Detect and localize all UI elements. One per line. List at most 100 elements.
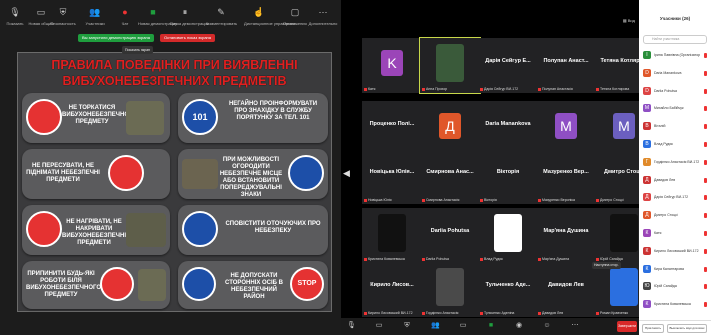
participant-video-tile[interactable]: Новіцька Юлія... Новіцька Юлія [362,149,422,204]
participant-video-tile[interactable]: Мазуренко Вер... Мазуренко Вероніка [536,149,596,204]
participant-name: Мазуренко Вер... [543,169,589,175]
participant-list-item[interactable]: Ю Юрій Сагайда [641,279,709,294]
muted-mic-icon [704,177,707,183]
muted-mic-icon [538,87,541,91]
muted-mic-icon [704,142,707,147]
avatar: D [643,68,651,77]
participant-list-item[interactable]: D Daria Manankova [641,66,709,81]
participant-list-item[interactable]: Д Дарія Сейгур ВИ-172 [641,190,709,205]
new-share-button[interactable]: ■ Новая демонстрация [138,7,177,29]
participant-caption: Давидов Лев [538,311,594,315]
participant-list-item[interactable]: К Катя [641,226,709,241]
participant-list-item[interactable]: К Кирило Лисовський ВИ-172 [641,244,709,259]
muted-mic-icon [422,87,425,91]
participant-name: Дмитро Стоцкі [654,213,678,218]
share-icon: ■ [150,7,156,17]
caption-text: Дмитро Стоцкі [600,198,624,202]
muted-mic-icon [704,213,707,219]
participant-video [610,268,638,306]
participant-video-tile[interactable]: Кристина Ковалевська [362,208,422,263]
mic-icon[interactable]: 🎙 [347,322,356,330]
participant-name: Давидов Лев [548,282,584,288]
avatar: Д [643,175,651,184]
more-button[interactable]: ⋯ Дополнительно [308,7,338,29]
remote-icon: ☝ [253,7,265,17]
record-icon[interactable]: ◉ [515,322,523,330]
annotate-button[interactable]: ✎ Комментировать [206,7,237,29]
participant-list-item[interactable]: В Влад Рудик [641,137,709,152]
participant-list-item[interactable]: Д Давидов Лев [641,173,709,188]
participant-name: Михайло Бабійчук [654,106,684,111]
participant-video-tile[interactable]: Вікторія Вікторія [478,149,538,204]
participant-list-item[interactable]: В Віталій [641,119,709,134]
reactions-icon[interactable]: ☺ [543,322,551,330]
participant-video-tile[interactable]: Тульченко Аде... Тульченко Аделіна [478,262,538,317]
participant-name: Кира Калантарова [654,266,684,271]
participants-panel: Учасники (26) Найти участника І Ірина Пав… [639,0,711,335]
mute-all-button[interactable]: Выключить звук для всех [667,324,707,333]
chat-icon[interactable]: ▭ [459,322,467,330]
security-button[interactable]: ⛨ Безопасность [48,7,78,29]
participant-list-item[interactable]: M Михайло Бабійчук [641,101,709,116]
video-icon[interactable]: ▭ [375,322,383,330]
muted-mic-icon [364,311,367,315]
muted-mic-icon [704,106,707,112]
participant-caption: Гордієнко Анастасія [422,311,478,315]
prev-page-arrow-icon[interactable]: ◀ [343,168,350,179]
caption-text: Полупан Анастасія [542,87,573,91]
participant-video-tile[interactable]: K Катя [362,38,422,93]
invite-button[interactable]: Пригласить [642,324,664,333]
participant-list-item[interactable]: Д Дмитро Стоцкі [641,208,709,223]
share-icon[interactable]: ■ [487,322,495,330]
no-entry-person-icon [182,267,216,301]
participant-caption: Тульченко Аделіна [480,311,536,315]
participants-icon[interactable]: 👥 [431,322,440,330]
participant-list-item[interactable]: D Dariia Pohutsa [641,84,709,99]
participant-video-tile[interactable]: Давидов Лев Давидов Лев [536,262,596,317]
grenade-picture [126,213,166,247]
muted-mic-icon [704,231,707,236]
muted-mic-icon [480,257,483,261]
apps-icon: ▢ [290,7,300,17]
participant-video-tile[interactable]: Дарія Сейгур Е... Дарія Сейгур ВИ-172 [478,38,538,93]
participant-search-input[interactable]: Найти участника [643,35,707,44]
participant-video-tile[interactable]: Смирнова Анас... Смирнова Анастасія [420,149,480,204]
participant-video-tile[interactable]: Анна Прохор [419,37,481,94]
participant-video-tile[interactable]: Кирило Лисов... Кирило Лисовський ВИ-172 [362,262,422,317]
participants-button[interactable]: 👥 Участники [80,7,110,29]
pause-share-button[interactable]: ⏸ Пауза демонстрации [170,7,209,29]
participant-list-item[interactable]: К Кира Калантарова [641,262,709,277]
pen-icon: ✎ [217,7,225,17]
caption-text: Тетяна Котлярова [600,87,630,91]
grid-icon: ▦ [622,18,627,23]
participant-name: Віталій [654,124,666,129]
participant-video-tile[interactable]: MМихайло Бабійчук [536,101,596,156]
participant-video-tile[interactable]: Проценко Полі...Проценко Поліна [362,101,422,156]
muted-mic-icon [704,266,707,272]
avatar: M [643,104,651,113]
participant-caption: Смирнова Анастасія [422,198,478,202]
safety-poster: ПРАВИЛА ПОВЕДІНКИ ПРИ ВИЯВЛЕННІ ВИБУХОНЕ… [17,52,332,312]
apps-button[interactable]: ▢ Приложения [280,7,310,29]
participant-list-item[interactable]: К Кристина Ковалевська [641,297,709,312]
stop-share-button[interactable]: Остановить показ экрана [160,34,215,42]
chat-button[interactable]: ● Чат [110,7,140,29]
muted-mic-icon [704,284,707,290]
end-meeting-button[interactable]: Завершити [617,321,637,332]
participant-video-tile[interactable]: Мар'яна Душина Мар'яна Душина [536,208,596,263]
participant-list-item[interactable]: Г Гордієнко Анастасія ВИ-172 [641,155,709,170]
participant-video-tile[interactable]: ДФедько Дарія [420,101,480,156]
view-button[interactable]: ▦ Вид [623,18,635,23]
participant-name: Dariia Pohutsa [430,228,470,234]
more-icon[interactable]: ⋯ [571,322,579,330]
shield-icon[interactable]: ⛨ [403,322,411,330]
participant-video-tile[interactable]: Гордієнко Анастасія [420,262,480,317]
participant-video-tile[interactable]: Полупан Анаст... Полупан Анастасія [536,38,596,93]
rule-card-5: НЕ НАГРІВАТИ, НЕ НАКРИВАТИ ВИБУХОНЕБЕЗПЕ… [22,205,170,255]
participant-list-item[interactable]: ІІрина Павлівна (Організатор, я) [641,48,709,63]
remote-control-button[interactable]: ☝ Дистанционное управление [244,7,296,29]
participant-video-tile[interactable]: Влад Рудик [478,208,538,263]
participant-video-tile[interactable]: Dariia Pohutsa Dariia Pohutsa [420,208,480,263]
participant-video-tile[interactable]: Daria ManankovaDaria Manankova [478,101,538,156]
participant-caption: Анна Прохор [422,87,478,91]
